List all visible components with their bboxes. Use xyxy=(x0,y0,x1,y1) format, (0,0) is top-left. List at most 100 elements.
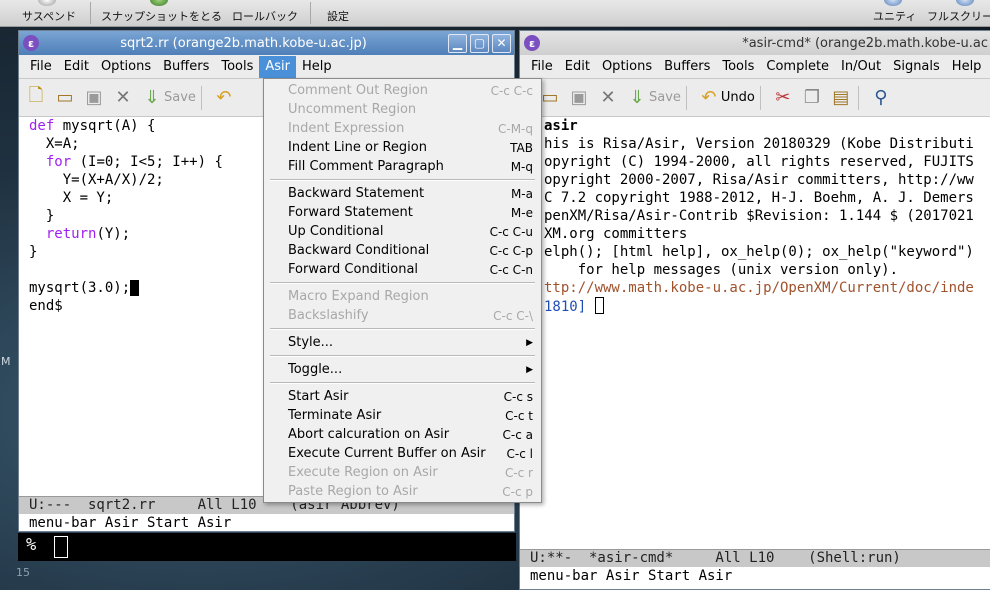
menu-item-up-conditional[interactable]: Up Conditional C-c C-u xyxy=(264,222,541,241)
menu-bar: File Edit Options Buffers Tools Complete… xyxy=(520,55,990,79)
menu-options[interactable]: Options xyxy=(596,56,658,78)
menu-file[interactable]: File xyxy=(525,56,559,78)
menu-item-fill-comment-paragraph[interactable]: Fill Comment Paragraph M-q xyxy=(264,157,541,176)
menu-buffers[interactable]: Buffers xyxy=(157,56,215,78)
copy-button[interactable]: ❐ xyxy=(800,84,824,112)
save-button[interactable]: ⇓ Save xyxy=(625,84,680,112)
menu-item-label: Uncomment Region xyxy=(288,102,417,117)
menu-item-shortcut: C-c r xyxy=(504,465,533,480)
menu-bar: File Edit Options Buffers Tools Asir Hel… xyxy=(19,55,514,79)
menu-item-forward-statement[interactable]: Forward Statement M-e xyxy=(264,203,541,222)
menu-item-comment-out-region[interactable]: Comment Out Region C-c C-c xyxy=(264,81,541,100)
desktop-bottom-number: 15 xyxy=(16,566,30,579)
menu-item-indent-expression[interactable]: Indent Expression C-M-q xyxy=(264,119,541,138)
search-button[interactable]: ⚲ xyxy=(869,84,893,112)
menu-edit[interactable]: Edit xyxy=(58,56,95,78)
menu-item-backward-conditional[interactable]: Backward Conditional C-c C-p xyxy=(264,241,541,260)
save-disk-button[interactable]: ▣ xyxy=(82,84,106,112)
menu-item-shortcut: C-c s xyxy=(503,389,533,404)
menu-item-terminate-asir[interactable]: Terminate Asir C-c t xyxy=(264,406,541,425)
shell-line: ttp://www.math.kobe-u.ac.jp/OpenXM/Curre… xyxy=(544,280,974,296)
fullscreen-button[interactable]: フルスクリー xyxy=(927,8,990,24)
menu-item-label: Macro Expand Region xyxy=(288,289,429,304)
new-file-button[interactable]: 🗋 xyxy=(24,84,48,112)
menu-tools[interactable]: Tools xyxy=(716,56,760,78)
submenu-arrow-icon: ▶ xyxy=(526,364,533,375)
shell-line: his is Risa/Asir, Version 20180329 (Kobe… xyxy=(544,136,974,152)
menu-buffers[interactable]: Buffers xyxy=(658,56,716,78)
undo-button[interactable]: ↶ Undo xyxy=(697,84,755,112)
text-cursor xyxy=(594,297,604,314)
echo-area: menu-bar Asir Start Asir xyxy=(29,515,232,531)
menu-item-label: Indent Expression xyxy=(288,121,405,136)
menu-tools[interactable]: Tools xyxy=(215,56,259,78)
menu-edit[interactable]: Edit xyxy=(559,56,596,78)
menu-item-label: Forward Statement xyxy=(288,205,413,220)
rollback-button[interactable]: ロールバック xyxy=(232,8,298,24)
menu-item-label: Abort calcuration on Asir xyxy=(288,427,450,442)
menu-item-label: Execute Current Buffer on Asir xyxy=(288,446,486,461)
open-folder-button[interactable]: ▭ xyxy=(53,84,77,112)
menu-complete[interactable]: Complete xyxy=(760,56,835,78)
menu-item-shortcut: C-c C-u xyxy=(489,224,533,239)
menu-item-forward-conditional[interactable]: Forward Conditional C-c C-n xyxy=(264,260,541,279)
menu-item-start-asir[interactable]: Start Asir C-c s xyxy=(264,387,541,406)
minimize-button[interactable]: ▁ xyxy=(448,33,467,53)
menu-item-toggle-submenu[interactable]: Toggle... ▶ xyxy=(264,360,541,379)
keyword-def: def xyxy=(29,118,55,134)
menu-separator xyxy=(270,328,535,330)
menu-asir[interactable]: Asir xyxy=(259,55,297,78)
menu-help[interactable]: Help xyxy=(296,56,338,78)
asir-menu-dropdown: Comment Out Region C-c C-c Uncomment Regi… xyxy=(263,78,542,503)
code-line: } xyxy=(29,208,55,224)
toolbar-divider xyxy=(857,85,859,110)
close-buffer-button[interactable]: ✕ xyxy=(111,84,135,112)
undo-icon: ↶ xyxy=(216,87,232,108)
menu-file[interactable]: File xyxy=(24,56,58,78)
window-title: sqrt2.rr (orange2b.math.kobe-u.ac.jp) xyxy=(120,35,367,51)
save-button[interactable]: ⇓ Save xyxy=(140,84,195,112)
window-titlebar[interactable]: ε sqrt2.rr (orange2b.math.kobe-u.ac.jp) … xyxy=(19,31,514,55)
menu-in-out[interactable]: In/Out xyxy=(835,56,887,78)
menu-item-shortcut: C-c l xyxy=(506,446,533,461)
settings-button[interactable]: 設定 xyxy=(327,8,349,24)
menu-item-backward-statement[interactable]: Backward Statement M-a xyxy=(264,184,541,203)
window-titlebar[interactable]: ε *asir-cmd* (orange2b.math.kobe-u.ac xyxy=(520,31,990,55)
terminal-window[interactable]: % xyxy=(18,533,516,561)
snapshot-button[interactable]: スナップショットをとる xyxy=(101,8,222,24)
save-disk-button[interactable]: ▣ xyxy=(567,84,591,112)
menu-separator xyxy=(270,355,535,357)
close-buffer-button[interactable]: ✕ xyxy=(596,84,620,112)
code-line: mysqrt(A) { xyxy=(54,118,156,134)
undo-button[interactable]: ↶ xyxy=(212,84,236,112)
unity-button[interactable]: ユニティ xyxy=(873,8,916,24)
menu-item-execute-region[interactable]: Execute Region on Asir C-c r xyxy=(264,463,541,482)
menu-item-backslashify[interactable]: Backslashify C-c C-\ xyxy=(264,306,541,325)
close-button[interactable]: ✕ xyxy=(492,33,511,53)
undo-label: Undo xyxy=(720,90,755,105)
save-icon: ⇓ xyxy=(144,87,160,108)
menu-item-execute-current-buffer[interactable]: Execute Current Buffer on Asir C-c l xyxy=(264,444,541,463)
menu-item-label: Terminate Asir xyxy=(288,408,382,423)
shell-output[interactable]: asir his is Risa/Asir, Version 20180329 … xyxy=(520,117,990,316)
menu-item-paste-region[interactable]: Paste Region to Asir C-c p xyxy=(264,482,541,501)
menu-options[interactable]: Options xyxy=(95,56,157,78)
code-line: mysqrt(3.0); xyxy=(29,280,131,296)
cut-button[interactable]: ✂ xyxy=(771,84,795,112)
suspend-button[interactable]: サスペンド xyxy=(22,8,76,24)
menu-signals[interactable]: Signals xyxy=(887,56,946,78)
menu-item-uncomment-region[interactable]: Uncomment Region xyxy=(264,100,541,119)
menu-item-macro-expand-region[interactable]: Macro Expand Region xyxy=(264,287,541,306)
desktop-side-letter: M xyxy=(1,355,11,368)
code-line: Y=(X+A/X)/2; xyxy=(29,172,164,188)
menu-item-abort-calculation[interactable]: Abort calcuration on Asir C-c a xyxy=(264,425,541,444)
copy-icon: ❐ xyxy=(803,87,820,108)
menu-help[interactable]: Help xyxy=(946,56,988,78)
menu-item-indent-line-or-region[interactable]: Indent Line or Region TAB xyxy=(264,138,541,157)
window-title: *asir-cmd* (orange2b.math.kobe-u.ac xyxy=(742,35,988,51)
paste-button[interactable]: ▤ xyxy=(829,84,853,112)
code-line: (I=0; I<5; I++) { xyxy=(71,154,223,170)
maximize-button[interactable]: ▢ xyxy=(470,33,489,53)
menu-item-style-submenu[interactable]: Style... ▶ xyxy=(264,333,541,352)
menu-item-shortcut: C-c C-c xyxy=(490,83,533,98)
